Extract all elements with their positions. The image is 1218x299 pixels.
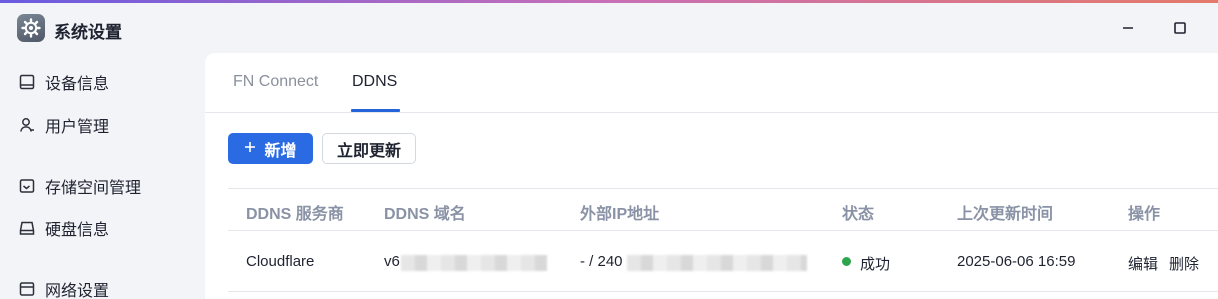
harddisk-icon [18, 219, 36, 237]
column-header-domain[interactable]: DDNS 域名 [384, 200, 466, 224]
cell-domain: v6 [384, 253, 400, 270]
table-row-divider [228, 291, 1218, 292]
delete-link[interactable]: 删除 [1169, 253, 1199, 274]
sidebar-item-harddisk-info[interactable]: 硬盘信息 [0, 210, 205, 246]
tab-fn-connect[interactable]: FN Connect [233, 73, 318, 91]
settings-gear-icon [17, 14, 45, 42]
sidebar-item-network-settings[interactable]: 网络设置 [0, 271, 205, 299]
plus-icon [244, 140, 256, 158]
column-header-last-update[interactable]: 上次更新时间 [957, 200, 1053, 224]
tab-ddns[interactable]: DDNS [352, 73, 397, 91]
sidebar-item-label: 网络设置 [45, 283, 110, 299]
sidebar: 设备信息 用户管理 存储空间管理 硬盘信息 网络设置 [0, 51, 205, 299]
tab-bar: FN Connect DDNS [205, 53, 1218, 113]
cell-external-ip: - / 240 [580, 253, 623, 270]
add-button-label: 新增 [264, 142, 297, 160]
sidebar-item-user-management[interactable]: 用户管理 [0, 107, 205, 143]
table-top-divider [228, 188, 1218, 189]
status-dot-icon [842, 257, 851, 266]
column-header-provider[interactable]: DDNS 服务商 [246, 200, 344, 224]
redacted-domain [401, 255, 547, 271]
storage-icon [18, 177, 36, 195]
cell-status: 成功 [860, 256, 891, 273]
sidebar-item-device-info[interactable]: 设备信息 [0, 64, 205, 100]
monitor-icon [18, 73, 36, 91]
column-header-external-ip[interactable]: 外部IP地址 [580, 200, 659, 224]
cell-provider: Cloudflare [246, 253, 315, 270]
title-bar: 系统设置 [0, 3, 1218, 51]
sidebar-item-storage-management[interactable]: 存储空间管理 [0, 168, 205, 204]
user-icon [18, 116, 36, 134]
update-now-button[interactable]: 立即更新 [322, 133, 416, 164]
column-header-status[interactable]: 状态 [842, 200, 874, 224]
sidebar-item-label: 设备信息 [45, 76, 110, 93]
table-header-divider [228, 230, 1218, 231]
maximize-icon[interactable] [1169, 17, 1191, 39]
minimize-icon[interactable] [1117, 17, 1139, 39]
window-title: 系统设置 [54, 23, 122, 42]
sidebar-item-label: 存储空间管理 [45, 180, 142, 197]
active-tab-indicator [351, 109, 400, 112]
sidebar-item-label: 用户管理 [45, 119, 110, 136]
network-icon [18, 280, 36, 298]
edit-link[interactable]: 编辑 [1128, 253, 1158, 274]
main-panel: FN Connect DDNS 新增 立即更新 DDNS 服务商 DDNS 域名… [205, 53, 1218, 299]
add-ddns-button[interactable]: 新增 [228, 133, 313, 164]
sidebar-item-label: 硬盘信息 [45, 222, 110, 239]
cell-last-update: 2025-06-06 16:59 [957, 253, 1076, 270]
redacted-ip [627, 255, 807, 271]
column-header-actions: 操作 [1128, 206, 1161, 223]
